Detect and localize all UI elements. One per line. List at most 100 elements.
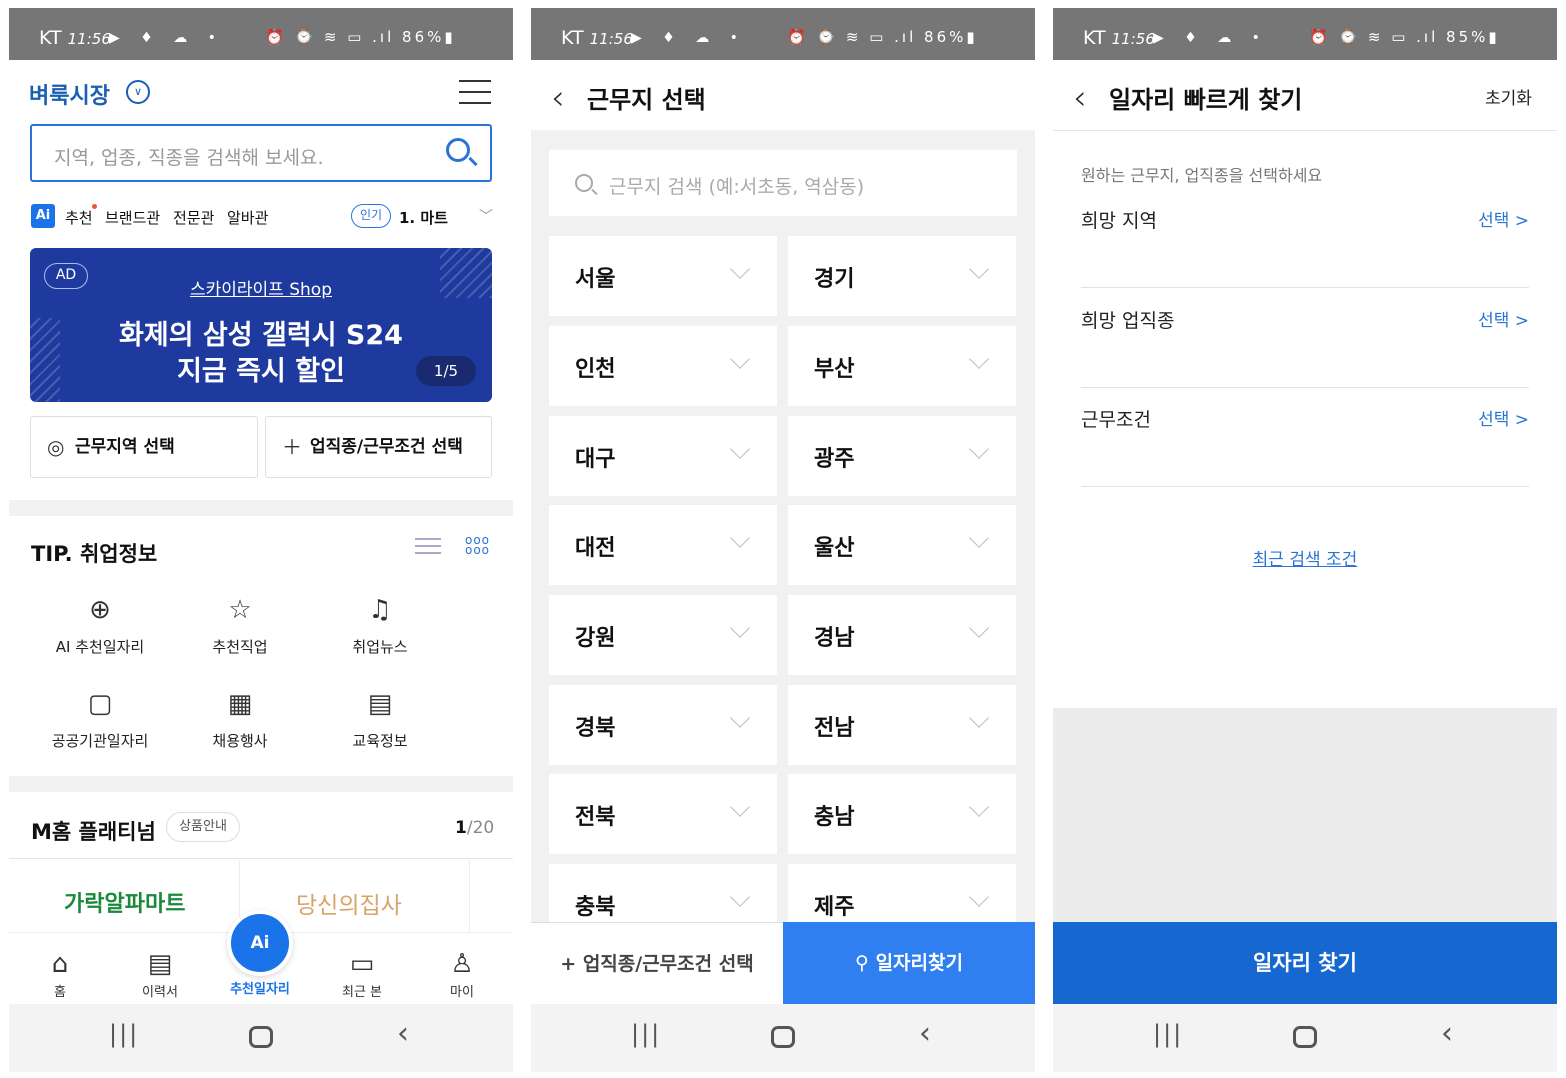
home-button-icon[interactable]: [1293, 1026, 1317, 1048]
region-ulsan[interactable]: 울산: [788, 505, 1016, 585]
list-view-icon[interactable]: [415, 538, 441, 554]
row-desired-region[interactable]: 희망 지역 선택 >: [1081, 188, 1529, 288]
region-jeonnam[interactable]: 전남: [788, 685, 1016, 765]
status-carrier: KT 11:56: [561, 27, 633, 49]
home-button-icon[interactable]: [771, 1026, 795, 1048]
tip-item-hiring-events[interactable]: ▦ 채용행사: [175, 684, 305, 751]
region-label: 경기: [814, 267, 855, 292]
system-icons: ⏰ ⌚ ≋ ▭ .ıl 86%▮: [265, 28, 456, 46]
back-icon[interactable]: ‹: [919, 1016, 931, 1051]
book-icon: ▤: [367, 689, 393, 719]
nav-label: 홈: [54, 985, 66, 1000]
tab-expert[interactable]: 전문관: [173, 207, 214, 228]
ai-icon[interactable]: Ai: [31, 204, 55, 228]
system-nav-bar: ||| ‹: [1053, 1004, 1557, 1072]
chevron-down-icon[interactable]: ﹀: [479, 206, 493, 226]
row-select-link[interactable]: 선택 >: [1478, 206, 1529, 231]
region-seoul[interactable]: 서울: [549, 236, 777, 316]
brand-logo[interactable]: 당신의집사: [296, 886, 402, 920]
chevron-down-icon[interactable]: ∨: [126, 80, 150, 104]
find-jobs-button[interactable]: ⚲ 일자리찾기: [783, 922, 1035, 1004]
back-icon[interactable]: ‹: [551, 78, 565, 118]
recent-apps-icon[interactable]: |||: [109, 1020, 139, 1048]
region-search-input[interactable]: 근무지 검색 (예:서초동, 역삼동): [549, 150, 1017, 216]
region-daegu[interactable]: 대구: [549, 416, 777, 496]
app-logo[interactable]: 벼룩시장: [29, 78, 110, 110]
region-label: 충남: [814, 805, 855, 830]
search-input[interactable]: 지역, 업종, 직종을 검색해 보세요.: [30, 124, 492, 182]
grid-view-icon[interactable]: ooo ooo: [465, 534, 490, 556]
chevron-down-icon: [969, 708, 989, 728]
back-icon[interactable]: ‹: [397, 1016, 409, 1051]
region-label: 강원: [575, 626, 616, 651]
region-jeju[interactable]: 제주: [788, 864, 1016, 922]
status-bar: KT 11:56 ▶ ♦ ☁ • ⏰ ⌚ ≋ ▭ .ıl 86%▮: [531, 8, 1035, 60]
tip-section-title: TIP. 취업정보: [31, 542, 158, 566]
banner-shop-link[interactable]: 스카이라이프 Shop: [30, 275, 492, 300]
row-select-link[interactable]: 선택 >: [1478, 306, 1529, 331]
recent-search-link[interactable]: 최근 검색 조건: [1053, 545, 1557, 570]
select-job-condition-button[interactable]: + 업직종/근무조건 선택: [531, 922, 783, 1004]
select-job-button[interactable]: ＋ 업직종/근무조건 선택: [265, 416, 492, 478]
banner-pagination: 1/5: [416, 356, 476, 386]
region-daejeon[interactable]: 대전: [549, 505, 777, 585]
region-incheon[interactable]: 인천: [549, 326, 777, 406]
region-busan[interactable]: 부산: [788, 326, 1016, 406]
search-placeholder: 지역, 업종, 직종을 검색해 보세요.: [54, 147, 324, 169]
row-work-conditions[interactable]: 근무조건 선택 >: [1081, 387, 1529, 487]
select-region-button[interactable]: ◎ 근무지역 선택: [30, 416, 258, 478]
region-gwangju[interactable]: 광주: [788, 416, 1016, 496]
section-divider: [9, 500, 513, 516]
ad-banner[interactable]: AD 스카이라이프 Shop 화제의 삼성 갤럭시 S24 지금 즉시 할인 1…: [30, 248, 492, 402]
tip-item-education[interactable]: ▤ 교육정보: [315, 684, 445, 751]
region-gangwon[interactable]: 강원: [549, 595, 777, 675]
ai-recommend-button[interactable]: Ai: [227, 910, 293, 976]
empty-area: [1053, 708, 1557, 922]
popular-keyword[interactable]: 1. 마트: [399, 207, 448, 228]
back-icon[interactable]: ‹: [1073, 78, 1087, 118]
row-desired-job[interactable]: 희망 업직종 선택 >: [1081, 288, 1529, 388]
tip-item-label: 취업뉴스: [352, 638, 408, 656]
home-icon: ⌂: [51, 949, 69, 979]
home-button-icon[interactable]: [249, 1026, 273, 1048]
tab-recommend[interactable]: 추천: [65, 207, 93, 228]
reset-button[interactable]: 초기화: [1485, 84, 1532, 109]
tab-brand[interactable]: 브랜드관: [105, 207, 160, 228]
region-chungnam[interactable]: 충남: [788, 774, 1016, 854]
nav-resume[interactable]: ▤ 이력서: [115, 947, 205, 1000]
region-label: 서울: [575, 267, 616, 292]
ai-search-icon: ⊕: [89, 595, 111, 625]
row-select-link[interactable]: 선택 >: [1478, 405, 1529, 430]
recent-apps-icon[interactable]: |||: [1153, 1020, 1183, 1048]
location-pin-icon: ◎: [47, 435, 65, 459]
tip-item-recommended-jobs[interactable]: ☆ 추천직업: [175, 590, 305, 657]
nav-home[interactable]: ⌂ 홈: [15, 947, 105, 1000]
search-icon[interactable]: [446, 138, 470, 162]
region-chungbuk[interactable]: 충북: [549, 864, 777, 922]
tab-alba[interactable]: 알바관: [227, 207, 268, 228]
system-nav-bar: ||| ‹: [9, 1004, 513, 1072]
nav-recent[interactable]: ▭ 최근 본: [317, 947, 407, 1000]
region-gyeongbuk[interactable]: 경북: [549, 685, 777, 765]
find-jobs-button[interactable]: 일자리 찾기: [1053, 922, 1557, 1004]
brand-logo[interactable]: 가락알파마트: [64, 886, 185, 918]
nav-my[interactable]: ♙ 마이: [417, 947, 507, 1000]
mhome-title: M홈 플래티넘: [31, 820, 156, 844]
region-gyeonggi[interactable]: 경기: [788, 236, 1016, 316]
status-carrier: KT 11:56: [1083, 27, 1155, 49]
menu-icon[interactable]: [459, 80, 491, 113]
recent-apps-icon[interactable]: |||: [631, 1020, 661, 1048]
chevron-down-icon: [730, 259, 750, 279]
chevron-down-icon: [969, 797, 989, 817]
product-info-button[interactable]: 상품안내: [166, 812, 240, 842]
system-nav-bar: ||| ‹: [531, 1004, 1035, 1072]
region-gyeongnam[interactable]: 경남: [788, 595, 1016, 675]
row-label: 근무조건: [1081, 409, 1151, 431]
back-icon[interactable]: ‹: [1441, 1016, 1453, 1051]
tip-item-public-jobs[interactable]: ▢ 공공기관일자리: [35, 684, 165, 751]
tip-item-job-news[interactable]: ♫ 취업뉴스: [315, 590, 445, 657]
nav-label-recommend[interactable]: 추천일자리: [215, 978, 305, 997]
tip-item-label: 추천직업: [212, 638, 268, 656]
tip-item-ai-jobs[interactable]: ⊕ AI 추천일자리: [35, 590, 165, 657]
region-jeonbuk[interactable]: 전북: [549, 774, 777, 854]
